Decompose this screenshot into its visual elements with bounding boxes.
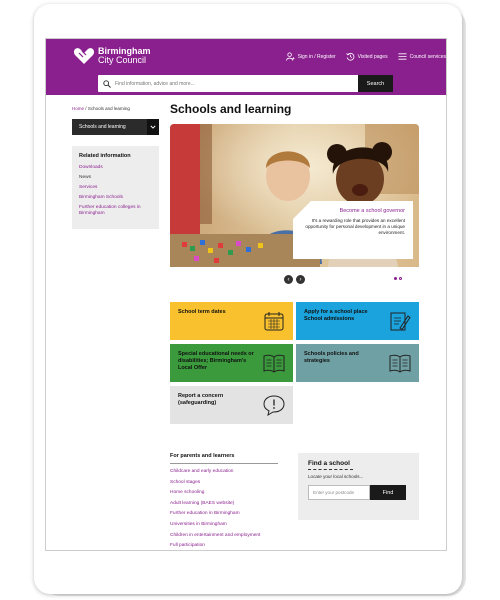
parents-link[interactable]: Children in entertainment and employment [170, 533, 278, 539]
book-icon [389, 354, 411, 373]
section-select[interactable]: Schools and learning [72, 119, 159, 135]
breadcrumb-current: Schools and learning [87, 106, 130, 111]
form-edit-icon [390, 312, 411, 331]
logo-line-2: City Council [98, 55, 147, 65]
search-input[interactable] [115, 80, 355, 87]
sign-in-link[interactable]: Sign in / Register [285, 52, 336, 61]
visited-pages-label: Visited pages [357, 53, 388, 60]
site-header: Birmingham City Council Sign in / Regist… [46, 39, 446, 95]
tile-school-term-dates[interactable]: School term dates [170, 302, 293, 340]
find-button[interactable]: Find [370, 485, 406, 500]
search-button[interactable]: Search [358, 75, 393, 92]
related-link-news[interactable]: News [79, 175, 152, 181]
book-icon [263, 354, 285, 373]
search-icon [103, 79, 111, 88]
council-services-label: Council services [409, 53, 446, 60]
find-title: Find a school [308, 460, 350, 467]
tile-label: Schools policies and strategies [304, 351, 359, 364]
hero-card-text: It's a rewarding role that provides an e… [305, 218, 405, 235]
find-a-school-panel: Find a school Locate your local schools.… [298, 453, 419, 520]
carousel-prev-button[interactable]: ‹ [284, 275, 293, 284]
carousel-dot-active[interactable] [394, 277, 397, 280]
related-title: Related information [79, 153, 131, 159]
hero-card-title[interactable]: Become a school governor [303, 208, 405, 214]
parents-link[interactable]: Home schooling [170, 490, 278, 496]
tile-label: Apply for a school place School admissio… [304, 309, 368, 322]
tile-label: Special educational needs or disabilitie… [178, 351, 254, 371]
title-underline [308, 469, 353, 470]
tile-apply-school-place[interactable]: Apply for a school place School admissio… [296, 302, 419, 340]
visited-pages-link[interactable]: Visited pages [345, 52, 388, 61]
search-bar: Search [98, 75, 393, 92]
parents-learners-list: For parents and learners Childcare and e… [170, 453, 278, 550]
carousel-dots [394, 277, 402, 280]
parents-link[interactable]: Childcare and early education [170, 469, 278, 475]
postcode-search-row: Enter your postcode Find [308, 485, 409, 500]
parents-link[interactable]: Further education in Birmingham [170, 511, 278, 517]
site-logo[interactable]: Birmingham City Council [73, 47, 151, 65]
parents-link[interactable]: Universities in Birmingham [170, 522, 278, 528]
parents-link[interactable]: Full participation [170, 543, 278, 549]
related-link-services[interactable]: Services [79, 185, 152, 191]
related-link-further-education[interactable]: Further education colleges in Birmingham [79, 205, 152, 217]
tile-schools-policies[interactable]: Schools policies and strategies [296, 344, 419, 382]
council-services-link[interactable]: Council services [398, 52, 446, 61]
carousel-controls: ‹ › [284, 275, 305, 284]
hero-carousel: Become a school governor It's a rewardin… [170, 124, 419, 267]
find-subtitle: Locate your local schools... [308, 474, 364, 479]
logo-text: Birmingham City Council [98, 47, 151, 65]
history-icon [345, 52, 355, 61]
user-icon [285, 52, 295, 61]
related-link-birmingham-schools[interactable]: Birmingham Schools [79, 195, 152, 201]
breadcrumb: Home / Schools and learning [72, 106, 130, 111]
postcode-input[interactable]: Enter your postcode [308, 485, 370, 500]
related-information-panel: Related information Downloads News Servi… [72, 146, 159, 229]
carousel-next-button[interactable]: › [296, 275, 305, 284]
related-link-downloads[interactable]: Downloads [79, 165, 152, 171]
hero-caption-card: Become a school governor It's a rewardin… [293, 201, 413, 259]
breadcrumb-home[interactable]: Home [72, 106, 84, 111]
calendar-icon [264, 312, 284, 331]
browser-screen: Birmingham City Council Sign in / Regist… [45, 38, 447, 551]
chevron-down-icon [147, 119, 159, 135]
tile-label: School term dates [178, 309, 226, 315]
page-title: Schools and learning [170, 102, 292, 116]
header-nav: Sign in / Register Visited pages Council… [285, 52, 446, 61]
alert-bubble-icon [263, 395, 285, 416]
carousel-dot[interactable] [399, 277, 402, 280]
heart-logo-icon [73, 48, 95, 64]
tile-label: Report a concern (safeguarding) [178, 393, 224, 406]
parents-title: For parents and learners [170, 453, 278, 464]
tile-report-concern[interactable]: Report a concern (safeguarding) [170, 386, 293, 424]
breadcrumb-separator: / [85, 106, 87, 111]
sign-in-label: Sign in / Register [297, 53, 336, 60]
tile-send-local-offer[interactable]: Special educational needs or disabilitie… [170, 344, 293, 382]
section-select-value: Schools and learning [79, 124, 126, 130]
parents-link[interactable]: Adult learning (BAES website) [170, 501, 278, 507]
parents-link[interactable]: School stages [170, 480, 278, 486]
menu-icon [398, 53, 407, 60]
